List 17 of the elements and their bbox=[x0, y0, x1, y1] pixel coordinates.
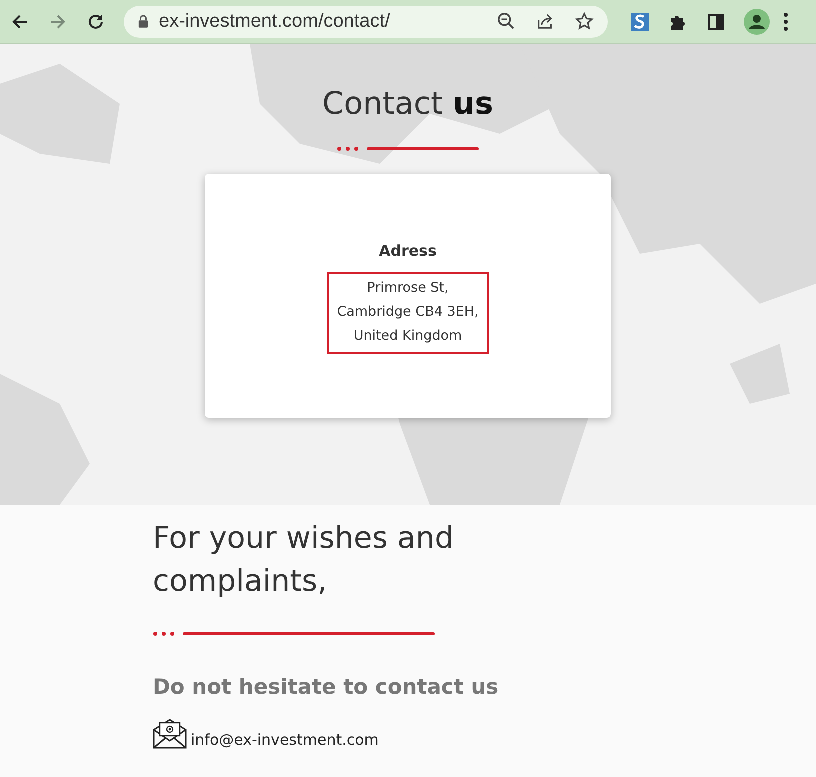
lock-icon bbox=[138, 15, 149, 28]
section-heading: For your wishes and complaints, bbox=[153, 520, 455, 601]
side-panel-icon[interactable] bbox=[706, 12, 726, 32]
url-text: ex-investment.com/contact/ bbox=[159, 10, 392, 32]
menu-icon[interactable] bbox=[784, 12, 788, 30]
page-title: Contact us bbox=[322, 85, 494, 124]
share-icon[interactable] bbox=[536, 12, 555, 31]
extension-icon[interactable] bbox=[630, 12, 650, 32]
address-bar[interactable]: ex-investment.com/contact/ bbox=[124, 6, 608, 38]
address-text: Primrose St, Cambridge CB4 3EH, United Kingdom bbox=[327, 272, 489, 354]
profile-icon[interactable] bbox=[744, 8, 770, 34]
star-icon[interactable] bbox=[575, 12, 594, 31]
zoom-out-icon[interactable] bbox=[497, 12, 516, 31]
subheading: Do not hesitate to contact us bbox=[153, 675, 500, 699]
address-label: Adress bbox=[379, 242, 437, 260]
envelope-icon bbox=[153, 717, 187, 749]
email-link[interactable]: info@ex-investment.com bbox=[191, 731, 379, 749]
